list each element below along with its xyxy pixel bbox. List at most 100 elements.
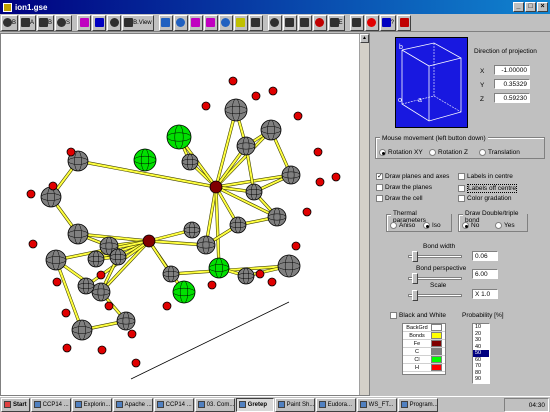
toolbar-button-target[interactable] [349,14,364,31]
vertical-scrollbar[interactable]: ▲ [359,34,369,395]
toolbar-button-axes[interactable] [107,14,122,31]
toolbar-button-bond[interactable] [218,14,233,31]
toolbar-button-save[interactable] [297,14,312,31]
radio-rotation-xy[interactable]: Rotation XY [379,149,423,156]
toolbar-button-b[interactable]: B [1,14,19,31]
atom-h [293,111,303,121]
toolbar-button-b2[interactable]: B [37,14,55,31]
taskbar-item[interactable]: Eudora... [315,397,356,412]
check-black-white[interactable]: Black and White [390,312,446,319]
toolbar-button-zoom-out[interactable] [267,14,282,31]
e-icon [329,18,339,27]
bond-persp-field[interactable]: 6.00 [472,269,498,279]
zoom-in-icon [285,18,295,27]
radio-bond-no[interactable]: No [462,222,479,229]
toolbar-button-zoom-in[interactable] [282,14,297,31]
radio-bond-yes[interactable]: Yes [495,222,515,229]
taskbar-item[interactable]: CCP14 ... [153,397,194,412]
taskbar-item[interactable]: Paint Sh... [274,397,315,412]
task-app-icon [238,401,246,408]
radio-rotation-z[interactable]: Rotation Z [429,149,468,156]
check-cell[interactable]: Draw the cell [376,195,423,202]
scroll-up-icon[interactable]: ▲ [360,34,369,43]
radio-aniso[interactable]: Aniso [390,222,415,229]
legend-row[interactable]: BackGrd [403,324,445,332]
toolbar-button-s[interactable]: S [55,14,73,31]
molecule-drawing[interactable] [1,34,359,395]
taskbar-item[interactable]: CCP14 ... [30,397,71,412]
close-window-button[interactable]: × [537,2,548,12]
molecule-icon [236,18,246,27]
atom-c [67,223,89,245]
atom-c [245,183,263,201]
x-field[interactable]: -1.00000 [494,65,530,75]
mouse-movement-group: Mouse movement (left button down) Rotati… [375,135,545,159]
check-labels-off-centre[interactable]: Labels off centre [458,184,517,193]
window-title: ion1.gse [15,2,48,12]
toolbar-button-molecule[interactable] [233,14,248,31]
legend-row[interactable]: Fe [403,340,445,348]
maximize-button[interactable]: □ [525,2,536,12]
toolbar-button-arrow-right[interactable] [173,14,188,31]
scale-slider[interactable] [412,290,418,301]
toolbar-button-stop[interactable] [364,14,379,31]
atom-h [28,239,38,249]
atom-h [26,189,36,199]
taskbar-item[interactable]: Explorin... [71,397,112,412]
projection-preview[interactable]: b a o [395,37,468,128]
radio-iso[interactable]: Iso [423,222,441,229]
bond-persp-slider[interactable] [412,273,418,284]
legend-row[interactable]: C [403,348,445,356]
atom-up-icon [94,18,104,27]
b2-icon [39,18,49,27]
probability-option[interactable]: 90 [473,376,489,383]
atom-cl [172,280,196,304]
task-app-icon [197,401,205,408]
color-legend[interactable]: BackGrd Bonds Fe C Cl H [402,323,446,375]
check-planes[interactable]: Draw the planes [376,184,432,191]
minimize-button[interactable]: _ [513,2,524,12]
save-icon [300,18,310,27]
taskbar-item[interactable]: WS_FT... [356,397,397,412]
taskbar-item[interactable]: 03. Com... [194,397,235,412]
toolbar-button-palette[interactable] [312,14,327,31]
taskbar-item[interactable]: Program... [397,397,438,412]
atom-h [267,277,277,287]
toolbar-button-move[interactable] [248,14,263,31]
radio-translation[interactable]: Translation [479,149,520,156]
toolbar-button-atom-down[interactable] [77,14,92,31]
task-app-icon [74,401,82,408]
scale-field[interactable]: X 1.0 [472,289,498,299]
toolbar-button-help[interactable]: ? [379,14,396,31]
toolbar-button-rotate[interactable] [158,14,173,31]
check-planes-axes[interactable]: ✓ Draw planes and axes [376,173,449,180]
check-labels-centre[interactable]: Labels in centre [458,173,513,180]
y-field[interactable]: 0.35329 [494,79,530,89]
legend-row[interactable]: Cl [403,356,445,364]
start-button[interactable]: Start [1,397,30,412]
task-app-icon [400,401,408,408]
legend-row[interactable]: Bonds [403,332,445,340]
check-color-gradation[interactable]: Color gradation [458,195,511,202]
z-field[interactable]: 0.59230 [494,93,530,103]
probability-list[interactable]: 10 20 30 40 50 60 70 80 90 [472,323,490,384]
legend-row[interactable]: H [403,364,445,372]
toolbar-button-close[interactable] [397,14,411,31]
molecule-view[interactable]: ▲ [0,33,370,396]
atom-h [97,345,107,355]
taskbar-item[interactable]: Apache ... [112,397,153,412]
taskbar-item[interactable]: Gretep [235,397,274,412]
toolbar-button-arrow-pink[interactable] [203,14,218,31]
toolbar-button-arrow-double[interactable] [188,14,203,31]
toolbar-button-bview[interactable]: B.View [122,14,154,31]
atom-c [109,248,127,266]
probability-label: Probability [%] [462,312,504,319]
toolbar-button-e[interactable]: E [327,14,345,31]
s-icon [57,18,67,27]
help-icon [381,18,391,27]
bond-width-field[interactable]: 0.06 [472,251,498,261]
target-icon [352,18,362,27]
bond-width-slider[interactable] [412,251,418,262]
toolbar-button-a[interactable]: A [19,14,37,31]
toolbar-button-atom-up[interactable] [92,14,107,31]
